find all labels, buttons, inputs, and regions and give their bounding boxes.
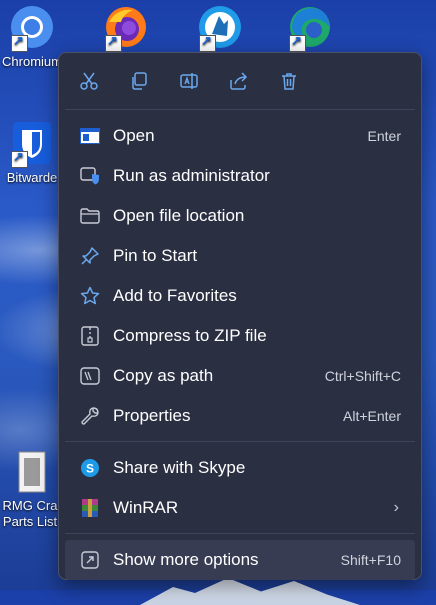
folder-icon xyxy=(79,205,101,227)
bitwarden-icon xyxy=(9,120,55,168)
winrar-icon xyxy=(79,497,101,519)
menu-item-label: Compress to ZIP file xyxy=(113,326,267,345)
edge-icon xyxy=(287,4,333,52)
context-menu-toolbar xyxy=(59,53,421,109)
menu-item-label: Show more options xyxy=(113,550,259,569)
delete-icon xyxy=(282,73,296,90)
menu-item-open[interactable]: Open Enter xyxy=(59,116,421,156)
menu-item-label: Run as administrator xyxy=(113,166,270,185)
wrench-icon xyxy=(79,405,101,427)
menu-item-label: Copy as path xyxy=(113,366,214,385)
desktop-icon-label: Parts List xyxy=(2,514,58,529)
menu-item-compress-to-zip[interactable]: Compress to ZIP file xyxy=(59,316,421,356)
document-icon xyxy=(7,450,53,496)
menu-item-shortcut: Shift+F10 xyxy=(340,552,401,568)
menu-item-label: Add to Favorites xyxy=(113,286,237,305)
menu-item-label: Pin to Start xyxy=(113,246,198,265)
desktop-icon-document[interactable]: RMG Cra Parts List xyxy=(0,450,60,530)
menu-item-label: Open file location xyxy=(113,206,245,225)
context-menu: Open Enter Run as administrator Open fil… xyxy=(58,52,422,580)
shortcut-arrow-icon xyxy=(105,33,122,52)
share-button[interactable] xyxy=(219,61,259,101)
desktop-icon-bitwarden[interactable]: Bitwarde xyxy=(2,120,62,186)
cut-icon xyxy=(80,72,98,90)
shortcut-arrow-icon xyxy=(199,33,216,52)
pin-icon xyxy=(79,245,101,267)
menu-item-open-file-location[interactable]: Open file location xyxy=(59,196,421,236)
path-icon xyxy=(79,365,101,387)
menu-item-properties[interactable]: Properties Alt+Enter xyxy=(59,396,421,436)
menu-item-label: Open xyxy=(113,126,155,145)
menu-item-label: WinRAR xyxy=(113,498,179,517)
menu-item-share-with-skype[interactable]: S Share with Skype xyxy=(59,448,421,488)
menu-item-show-more-options[interactable]: Show more options Shift+F10 xyxy=(65,540,415,580)
desktop-icon-label: RMG Cra xyxy=(2,498,58,513)
more-options-icon xyxy=(79,549,101,571)
menu-item-add-to-favorites[interactable]: Add to Favorites xyxy=(59,276,421,316)
chevron-right-icon: › xyxy=(393,499,399,516)
menu-item-shortcut: Alt+Enter xyxy=(343,408,401,424)
svg-text:S: S xyxy=(86,462,94,476)
rename-icon xyxy=(180,73,198,89)
menu-item-shortcut: Enter xyxy=(367,128,401,144)
menu-item-pin-to-start[interactable]: Pin to Start xyxy=(59,236,421,276)
shield-icon xyxy=(79,165,101,187)
desktop-icon-edge[interactable] xyxy=(280,4,340,52)
share-icon xyxy=(230,72,248,90)
star-icon xyxy=(79,285,101,307)
zip-icon xyxy=(79,325,101,347)
desktop-icon-chromium[interactable]: Chromium xyxy=(2,4,62,70)
desktop-icon-label: Bitwarde xyxy=(6,170,58,185)
menu-item-label: Share with Skype xyxy=(113,458,246,477)
shortcut-arrow-icon xyxy=(11,149,28,168)
shortcut-arrow-icon xyxy=(289,33,306,52)
desktop-icon-waterfox[interactable] xyxy=(190,4,250,52)
firefox-icon xyxy=(103,4,149,52)
waterfox-icon xyxy=(197,4,243,52)
rename-button[interactable] xyxy=(169,61,209,101)
menu-item-run-as-administrator[interactable]: Run as administrator xyxy=(59,156,421,196)
shortcut-arrow-icon xyxy=(11,33,28,52)
menu-item-shortcut: Ctrl+Shift+C xyxy=(324,368,401,384)
desktop-icon-label: Chromium xyxy=(2,54,62,69)
desktop-icon-firefox[interactable] xyxy=(96,4,156,52)
open-window-icon xyxy=(79,125,101,147)
cut-button[interactable] xyxy=(69,61,109,101)
menu-item-label: Properties xyxy=(113,406,191,425)
menu-item-winrar[interactable]: WinRAR › xyxy=(59,488,421,528)
chromium-icon xyxy=(9,4,55,52)
delete-button[interactable] xyxy=(269,61,309,101)
skype-icon: S xyxy=(79,457,101,479)
copy-icon xyxy=(132,72,147,90)
menu-item-copy-as-path[interactable]: Copy as path Ctrl+Shift+C xyxy=(59,356,421,396)
copy-button[interactable] xyxy=(119,61,159,101)
